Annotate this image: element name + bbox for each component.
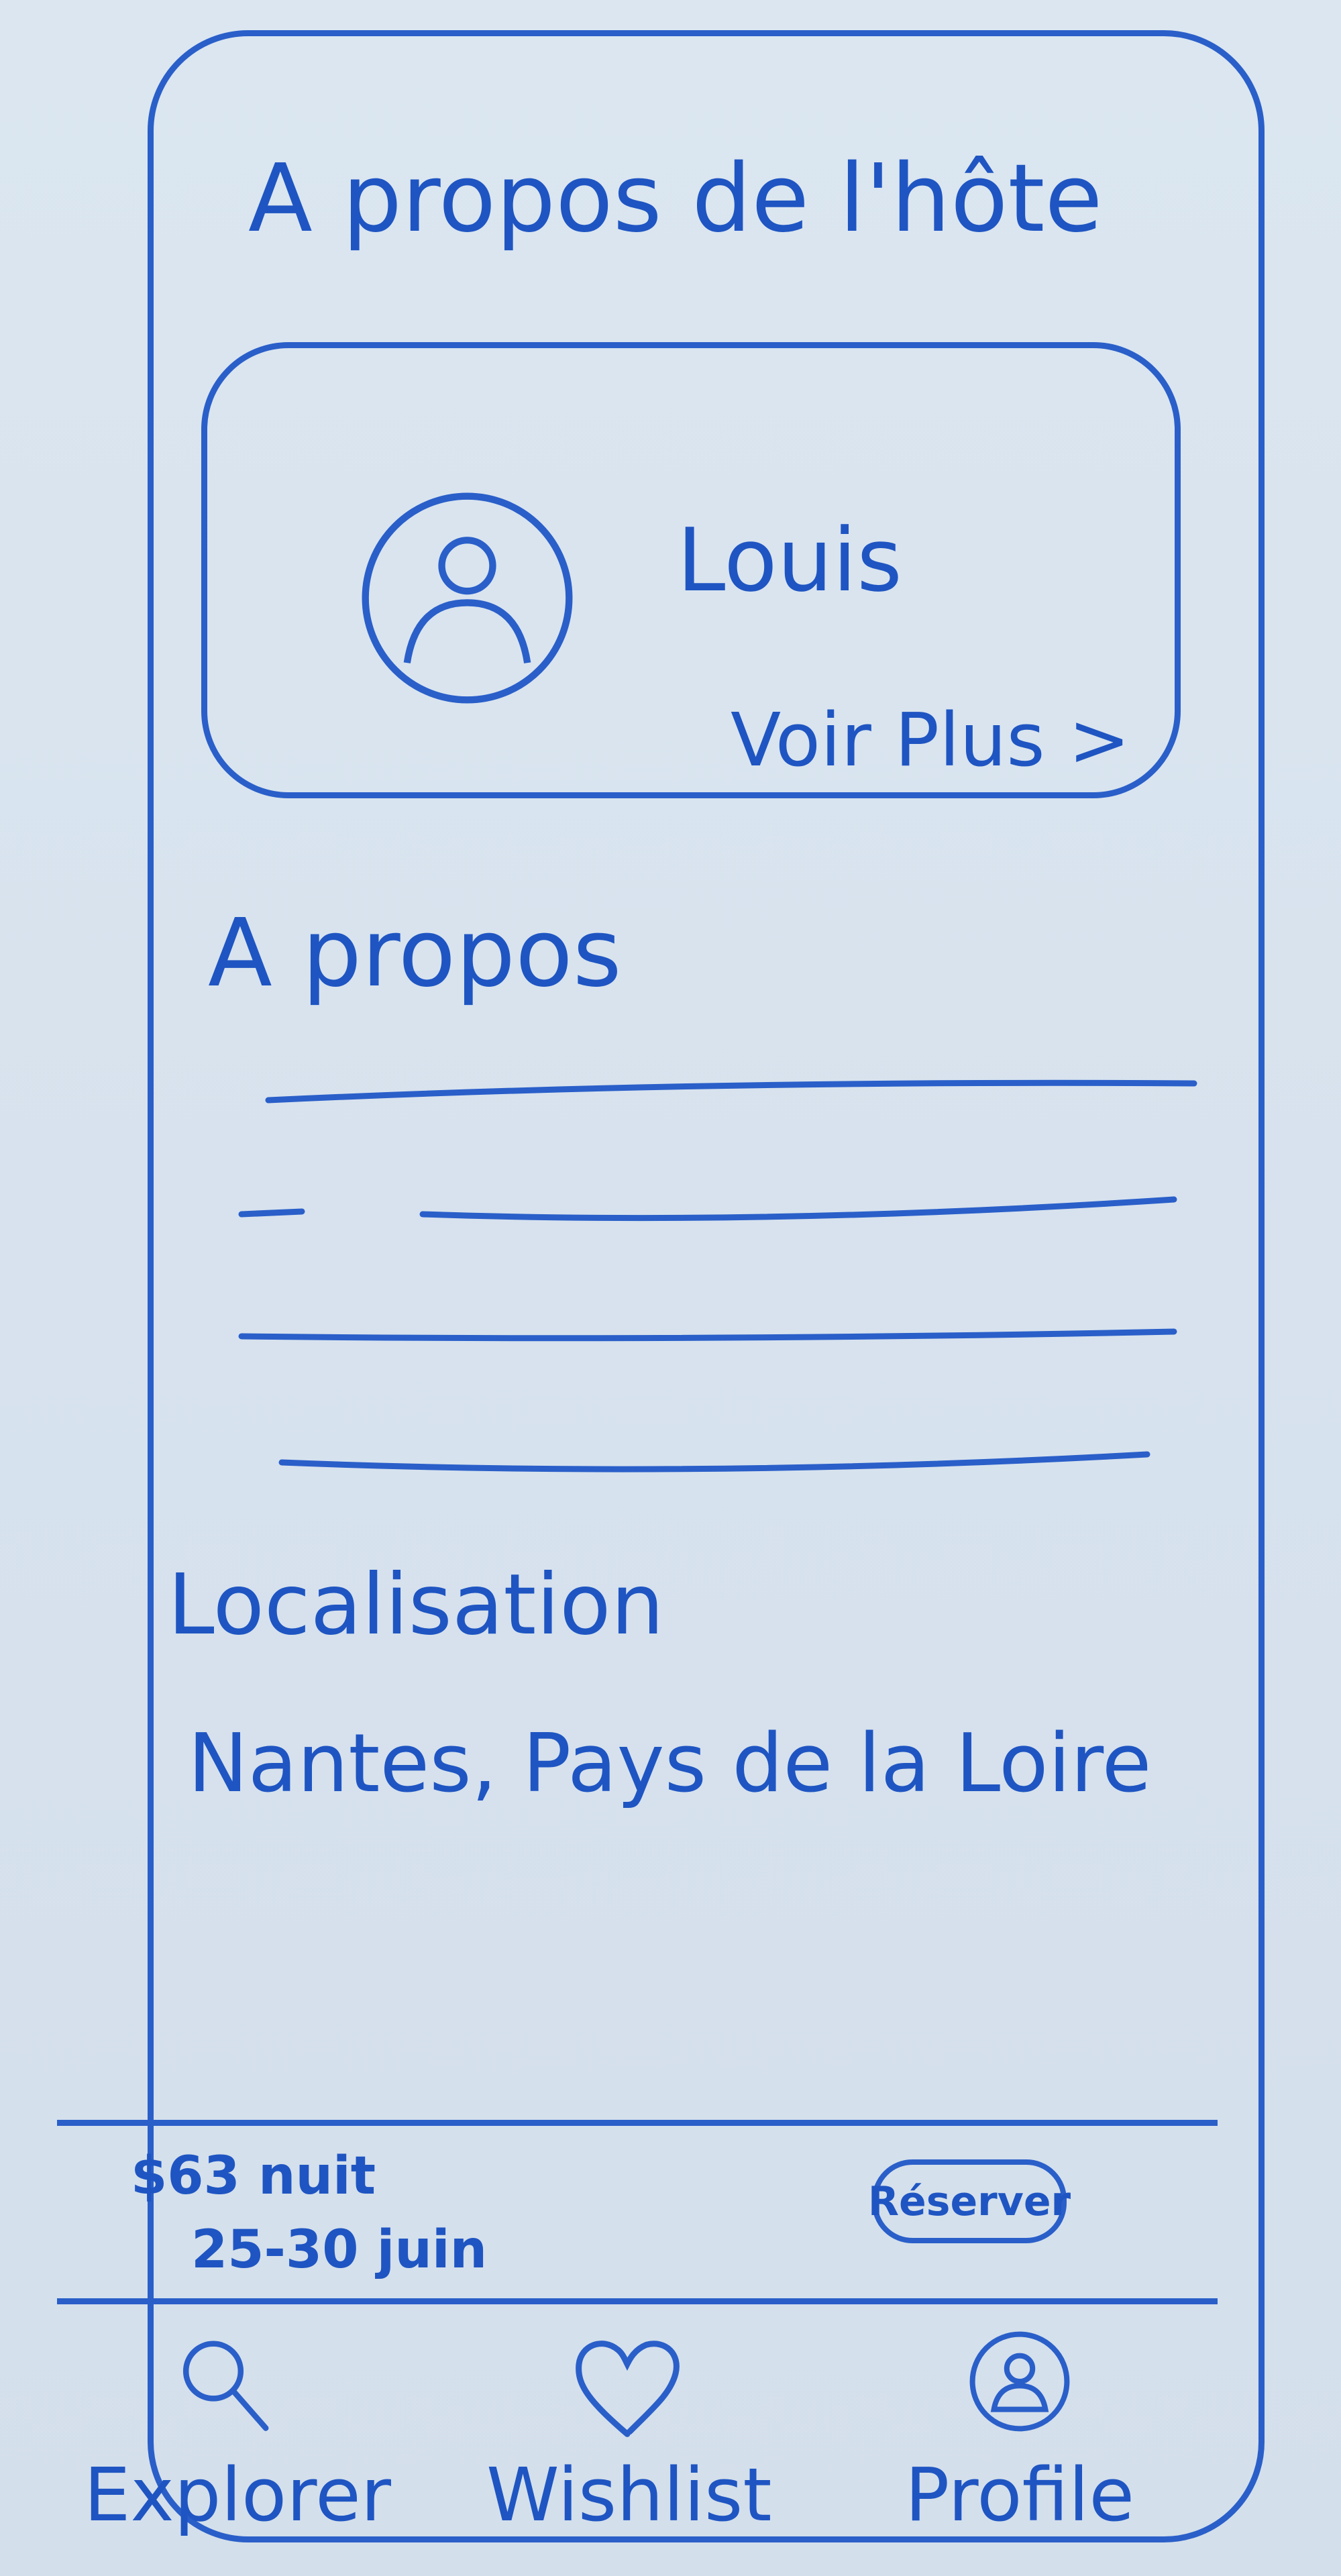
- tab-label: Profile: [904, 2452, 1135, 2538]
- about-text-placeholder: [238, 1079, 1197, 1472]
- booking-dates: 25-30 juin: [191, 2220, 488, 2280]
- tab-profile[interactable]: Profile: [879, 2304, 1161, 2559]
- tab-explorer[interactable]: Explorer: [84, 2304, 391, 2559]
- booking-bar: $63 nuit 25-30 juin Réserver: [57, 2120, 1218, 2304]
- about-title: A propos: [208, 899, 622, 1008]
- host-card[interactable]: Louis Voir Plus >: [201, 342, 1181, 798]
- host-name: Louis: [677, 509, 902, 611]
- see-more-link[interactable]: Voir Plus >: [731, 697, 1130, 783]
- user-avatar-icon: [969, 2331, 1070, 2432]
- user-avatar-icon: [362, 492, 573, 704]
- heart-icon: [576, 2341, 680, 2437]
- tab-label: Wishlist: [486, 2452, 772, 2538]
- tab-wishlist[interactable]: Wishlist: [486, 2304, 772, 2559]
- location-title: Localisation: [168, 1556, 664, 1654]
- tab-label: Explorer: [84, 2452, 391, 2538]
- reserve-button[interactable]: Réserver: [868, 2159, 1071, 2243]
- location-value: Nantes, Pays de la Loire: [188, 1717, 1152, 1811]
- page-title: A propos de l'hôte: [248, 144, 1103, 254]
- price-per-night: $63 nuit: [131, 2146, 376, 2206]
- search-icon: [182, 2341, 269, 2431]
- bottom-tab-bar: Explorer Wishlist Profile: [57, 2304, 1218, 2566]
